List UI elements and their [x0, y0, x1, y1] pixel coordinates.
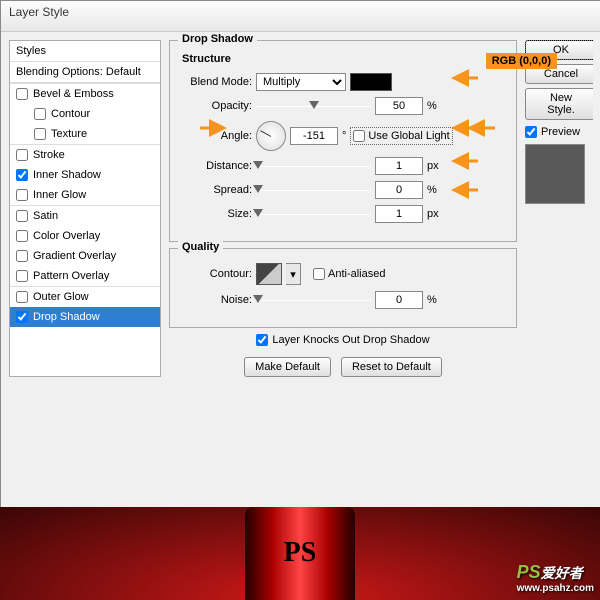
quality-fieldset: Quality Contour: ▾ Anti-aliased Noise: % — [169, 248, 517, 328]
style-checkbox[interactable] — [34, 108, 46, 120]
style-checkbox[interactable] — [16, 169, 28, 181]
watermark: PS爱好者www.psahz.com — [517, 562, 594, 594]
titlebar: Layer Style — [1, 1, 600, 32]
style-item-stroke[interactable]: Stroke — [10, 144, 160, 165]
make-default-button[interactable]: Make Default — [244, 357, 331, 377]
style-label: Color Overlay — [33, 230, 100, 242]
opacity-input[interactable] — [375, 97, 423, 115]
layer-style-dialog: Layer Style Styles Blending Options: Def… — [0, 0, 600, 509]
dialog-buttons: OK Cancel New Style. Preview — [525, 40, 593, 377]
background-image — [0, 507, 600, 600]
styles-list: Styles Blending Options: Default Bevel &… — [9, 40, 161, 377]
style-item-drop-shadow[interactable]: Drop Shadow — [10, 307, 160, 327]
quality-title: Quality — [178, 241, 223, 253]
style-item-satin[interactable]: Satin — [10, 205, 160, 226]
blend-mode-select[interactable]: Multiply — [256, 73, 346, 91]
angle-dial[interactable] — [256, 121, 286, 151]
opacity-unit: % — [427, 100, 437, 112]
style-checkbox[interactable] — [16, 230, 28, 242]
angle-label: Angle: — [180, 130, 252, 142]
blending-options-row[interactable]: Blending Options: Default — [10, 62, 160, 83]
style-label: Bevel & Emboss — [33, 88, 114, 100]
knocks-out-checkbox[interactable] — [256, 334, 268, 346]
knocks-out-option[interactable]: Layer Knocks Out Drop Shadow — [256, 334, 429, 346]
contour-label: Contour: — [180, 268, 252, 280]
styles-header[interactable]: Styles — [10, 41, 160, 62]
style-label: Drop Shadow — [33, 311, 100, 323]
style-item-inner-shadow[interactable]: Inner Shadow — [10, 165, 160, 185]
distance-input[interactable] — [375, 157, 423, 175]
noise-slider[interactable] — [256, 293, 371, 307]
rgb-annotation: RGB (0,0,0) — [486, 53, 557, 69]
style-checkbox[interactable] — [16, 88, 28, 100]
angle-input[interactable] — [290, 127, 338, 145]
anti-aliased-label: Anti-aliased — [328, 268, 385, 280]
style-label: Satin — [33, 210, 58, 222]
style-checkbox[interactable] — [34, 128, 46, 140]
style-checkbox[interactable] — [16, 149, 28, 161]
style-checkbox[interactable] — [16, 189, 28, 201]
drop-shadow-fieldset: Drop Shadow Structure Blend Mode: Multip… — [169, 40, 517, 242]
noise-input[interactable] — [375, 291, 423, 309]
distance-label: Distance: — [180, 160, 252, 172]
style-item-texture[interactable]: Texture — [10, 124, 160, 144]
new-style-button[interactable]: New Style. — [525, 88, 593, 120]
style-item-pattern-overlay[interactable]: Pattern Overlay — [10, 266, 160, 286]
size-label: Size: — [180, 208, 252, 220]
style-item-bevel-emboss[interactable]: Bevel & Emboss — [10, 83, 160, 104]
style-checkbox[interactable] — [16, 311, 28, 323]
distance-unit: px — [427, 160, 439, 172]
global-light-checkbox[interactable] — [353, 130, 365, 142]
noise-unit: % — [427, 294, 437, 306]
style-label: Gradient Overlay — [33, 250, 116, 262]
style-item-color-overlay[interactable]: Color Overlay — [10, 226, 160, 246]
size-unit: px — [427, 208, 439, 220]
style-label: Inner Glow — [33, 189, 86, 201]
structure-title: Structure — [182, 53, 506, 65]
preview-label: Preview — [541, 126, 580, 138]
noise-label: Noise: — [180, 294, 252, 306]
reset-default-button[interactable]: Reset to Default — [341, 357, 442, 377]
anti-aliased-option[interactable]: Anti-aliased — [313, 268, 385, 280]
style-checkbox[interactable] — [16, 270, 28, 282]
shadow-color-swatch[interactable] — [350, 73, 392, 91]
style-label: Inner Shadow — [33, 169, 101, 181]
global-light-label: Use Global Light — [368, 130, 449, 142]
angle-unit: ° — [342, 130, 346, 142]
style-checkbox[interactable] — [16, 250, 28, 262]
fieldset-title: Drop Shadow — [178, 33, 257, 45]
spread-unit: % — [427, 184, 437, 196]
spread-input[interactable] — [375, 181, 423, 199]
style-label: Pattern Overlay — [33, 270, 109, 282]
size-slider[interactable] — [256, 207, 371, 221]
global-light-option[interactable]: Use Global Light — [353, 130, 449, 142]
style-label: Texture — [51, 128, 87, 140]
style-checkbox[interactable] — [16, 210, 28, 222]
opacity-label: Opacity: — [180, 100, 252, 112]
style-item-inner-glow[interactable]: Inner Glow — [10, 185, 160, 205]
style-item-outer-glow[interactable]: Outer Glow — [10, 286, 160, 307]
distance-slider[interactable] — [256, 159, 371, 173]
style-label: Outer Glow — [33, 291, 89, 303]
style-item-contour[interactable]: Contour — [10, 104, 160, 124]
size-input[interactable] — [375, 205, 423, 223]
rocket-graphic — [245, 507, 355, 600]
spread-slider[interactable] — [256, 183, 371, 197]
contour-picker[interactable] — [256, 263, 282, 285]
opacity-slider[interactable] — [256, 99, 371, 113]
effect-settings-panel: Drop Shadow Structure Blend Mode: Multip… — [169, 40, 517, 377]
preview-checkbox[interactable] — [525, 126, 537, 138]
contour-dropdown-icon[interactable]: ▾ — [286, 263, 301, 285]
anti-aliased-checkbox[interactable] — [313, 268, 325, 280]
style-label: Contour — [51, 108, 90, 120]
knocks-out-label: Layer Knocks Out Drop Shadow — [272, 334, 429, 346]
preview-swatch — [525, 144, 585, 204]
spread-label: Spread: — [180, 184, 252, 196]
style-label: Stroke — [33, 149, 65, 161]
style-item-gradient-overlay[interactable]: Gradient Overlay — [10, 246, 160, 266]
style-checkbox[interactable] — [16, 291, 28, 303]
blend-mode-label: Blend Mode: — [180, 76, 252, 88]
